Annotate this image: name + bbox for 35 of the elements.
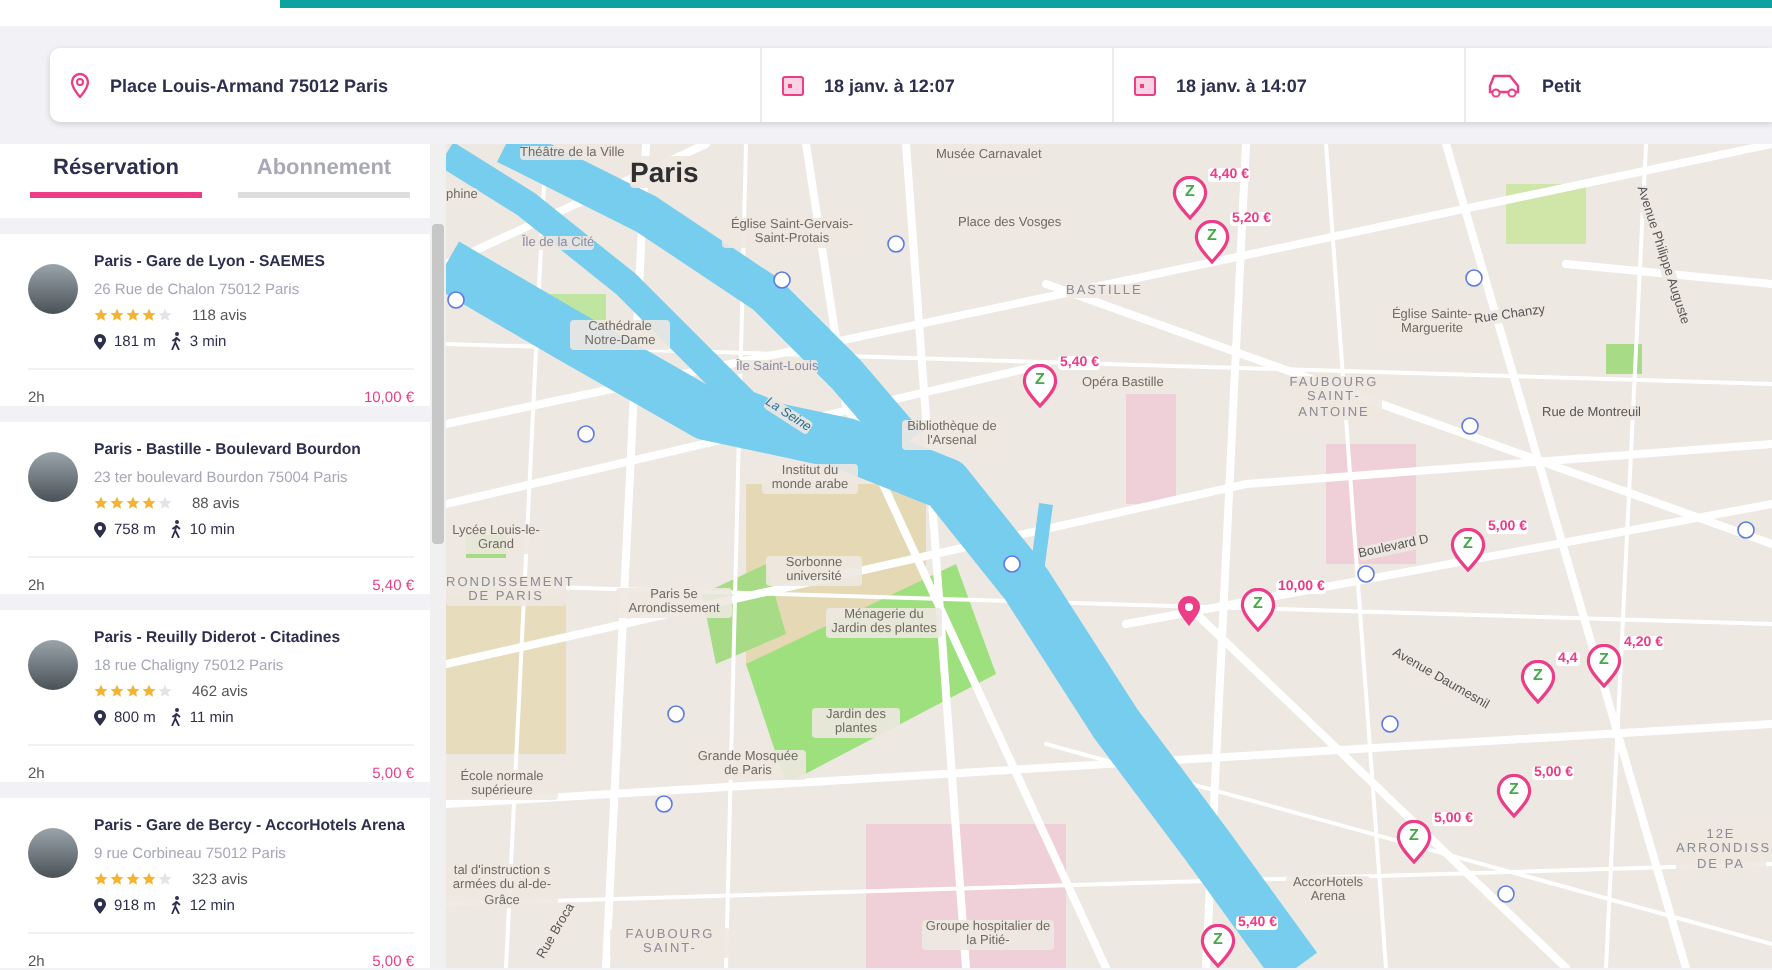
current-location-pin-icon [1178, 596, 1200, 626]
station-photo [28, 264, 78, 314]
marker-logo: Z [1461, 534, 1475, 552]
vehicle-size-field[interactable]: Petit [1542, 75, 1582, 95]
marker-logo: Z [1033, 370, 1047, 388]
walking-person-icon [169, 520, 182, 538]
station-photo [28, 640, 78, 690]
station-photo [28, 828, 78, 878]
calendar-icon [782, 74, 804, 96]
station-photo [28, 452, 78, 502]
marker-logo: Z [1531, 666, 1545, 684]
marker-logo: Z [1597, 650, 1611, 668]
location-pin-icon [94, 521, 106, 537]
marker-logo: Z [1183, 182, 1197, 200]
calendar-icon [1134, 74, 1156, 96]
walking-person-icon [169, 708, 182, 726]
location-pin-icon [94, 897, 106, 913]
walking-person-icon [169, 332, 182, 350]
start-date-field[interactable]: 18 janv. à 12:07 [824, 75, 955, 95]
marker-logo: Z [1407, 826, 1421, 844]
location-field[interactable]: Place Louis-Armand 75012 Paris [110, 75, 389, 95]
tab[interactable]: Réservation [30, 156, 202, 198]
walking-person-icon [169, 896, 182, 914]
location-pin-icon [70, 72, 90, 98]
scrollbar-thumb[interactable] [432, 224, 444, 544]
map-label: Paris [630, 156, 699, 189]
marker-logo: Z [1507, 780, 1521, 798]
marker-logo: Z [1211, 930, 1225, 948]
car-icon [1486, 72, 1522, 98]
end-date-field[interactable]: 18 janv. à 14:07 [1176, 75, 1307, 95]
location-pin-icon [94, 333, 106, 349]
marker-logo: Z [1251, 594, 1265, 612]
scrollbar[interactable] [430, 144, 446, 968]
marker-logo: Z [1205, 226, 1219, 244]
location-pin-icon [94, 709, 106, 725]
